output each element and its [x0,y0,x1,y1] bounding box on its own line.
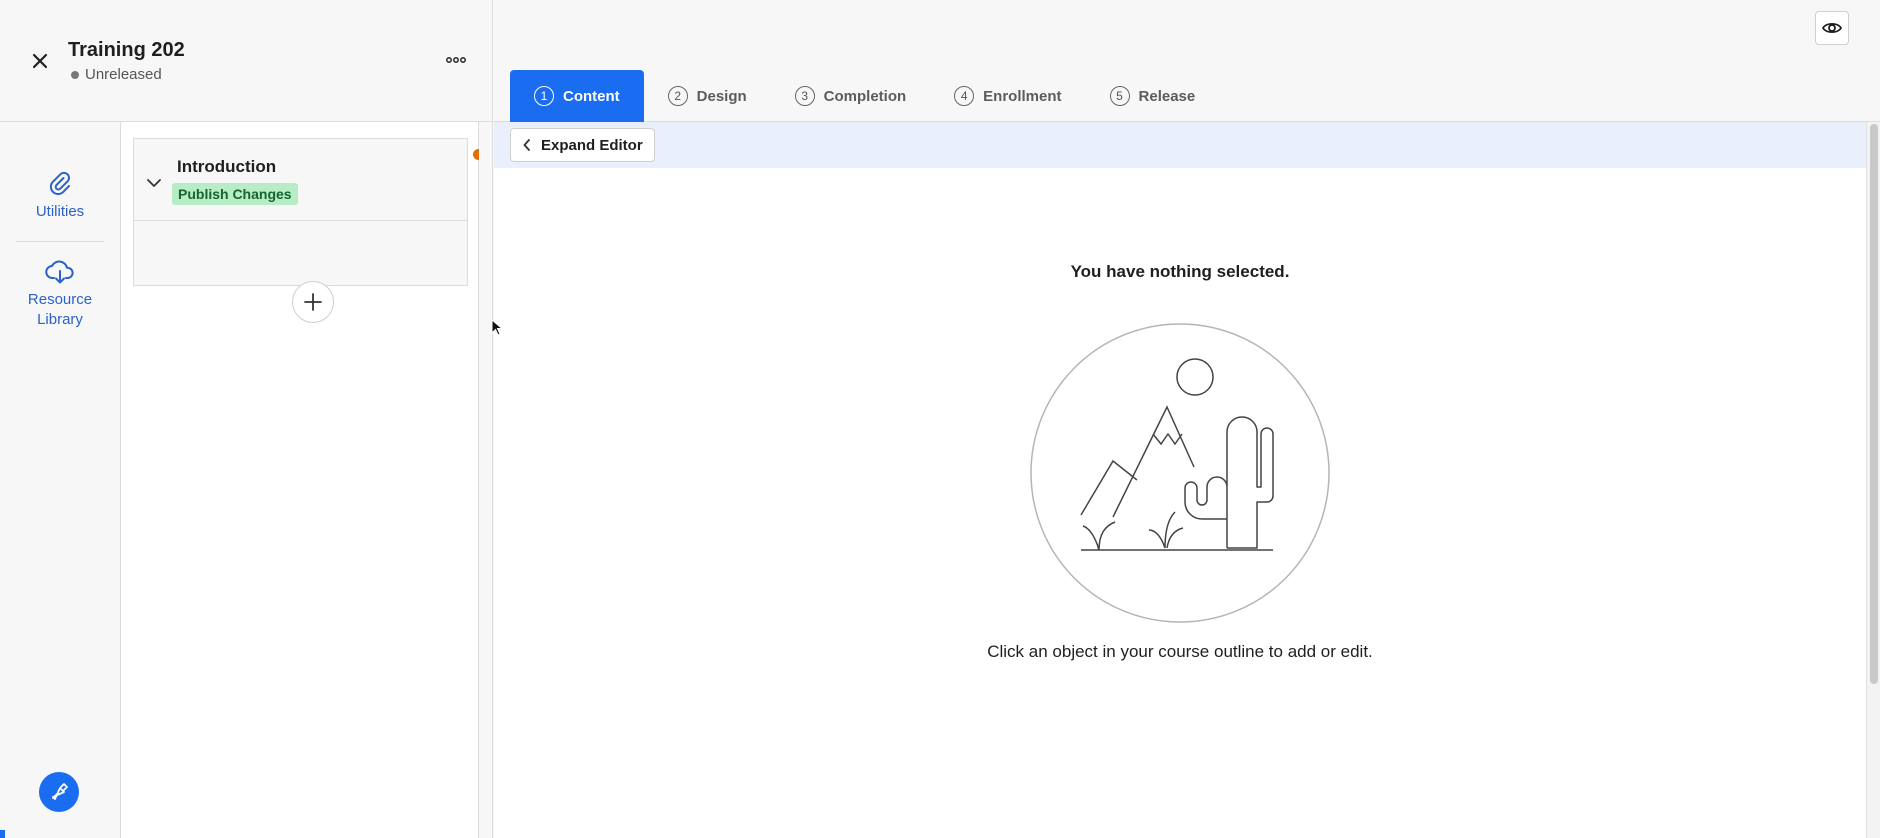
empty-state-hint: Click an object in your course outline t… [987,642,1373,661]
editor-toolbar: Expand Editor [494,122,1866,168]
rail-item-resource-library[interactable]: Resource Library [0,260,120,330]
app-root: Training 202 Unreleased 1 Content 2 Desi… [0,0,1880,838]
eye-icon [1822,22,1842,34]
paperclip-icon [49,171,70,195]
outline-section-card[interactable]: Introduction Publish Changes [133,138,484,323]
empty-state-title: You have nothing selected. [1070,262,1290,281]
top-bar: 1 Content 2 Design 3 Completion 4 Enroll… [493,0,1880,122]
rocket-pen-icon [52,783,68,800]
tab-completion[interactable]: 3 Completion [771,70,931,122]
course-title: Training 202 [68,39,185,61]
mouse-cursor-icon [491,319,503,336]
tab-label: Completion [823,87,907,105]
editor-area: Expand Editor You have nothing selected.… [494,122,1866,838]
course-header: Training 202 Unreleased [0,0,493,122]
tab-design[interactable]: 2 Design [644,70,771,122]
tab-release[interactable]: 5 Release [1086,70,1220,122]
panel-resize-gutter[interactable] [479,122,493,838]
tab-enrollment[interactable]: 4 Enrollment [930,70,1085,122]
left-nav-rail: Utilities Resource Library [0,122,121,838]
tab-label: Release [1138,87,1196,105]
more-horizontal-icon [446,56,466,64]
tab-step-number: 5 [1109,86,1130,106]
course-status-label: Unreleased [85,66,162,83]
outline-section-header[interactable]: Introduction Publish Changes [134,139,467,221]
add-item-button[interactable] [292,281,334,323]
tab-step-number: 4 [954,86,975,106]
cloud-download-icon [45,260,74,284]
course-outline-panel: Introduction Publish Changes [121,122,484,838]
tab-label: Design [696,87,747,105]
expand-editor-button[interactable]: Expand Editor [510,128,655,162]
rail-item-label: Resource Library [27,291,93,328]
rail-item-utilities[interactable]: Utilities [0,170,120,222]
assist-button[interactable] [39,772,79,812]
step-tabs: 1 Content 2 Design 3 Completion 4 Enroll… [510,70,1219,122]
tab-content[interactable]: 1 Content [510,70,644,122]
rail-edge-accent [0,830,5,838]
close-icon [32,53,48,69]
rail-divider [16,241,104,242]
desert-landscape-illustration [1030,323,1330,623]
status-dot-icon [71,70,79,79]
more-options-button[interactable] [443,50,469,70]
tab-label: Content [563,87,620,105]
tab-step-number: 2 [667,86,688,106]
close-button[interactable] [28,49,52,73]
plus-icon [304,293,322,311]
tab-label: Enrollment [983,87,1062,105]
scrollbar-thumb[interactable] [1870,124,1878,684]
chevron-down-icon[interactable] [146,177,162,189]
editor-scrollbar[interactable] [1866,122,1880,838]
expand-editor-label: Expand Editor [541,136,643,154]
publish-changes-badge[interactable]: Publish Changes [172,183,298,205]
course-status: Unreleased [71,66,162,83]
tab-step-number: 3 [794,86,815,106]
rail-item-label: Utilities [35,203,85,220]
outline-section-title: Introduction [177,157,277,176]
chevron-left-icon [523,139,530,151]
tab-step-number: 1 [534,86,554,106]
preview-button[interactable] [1815,11,1849,45]
